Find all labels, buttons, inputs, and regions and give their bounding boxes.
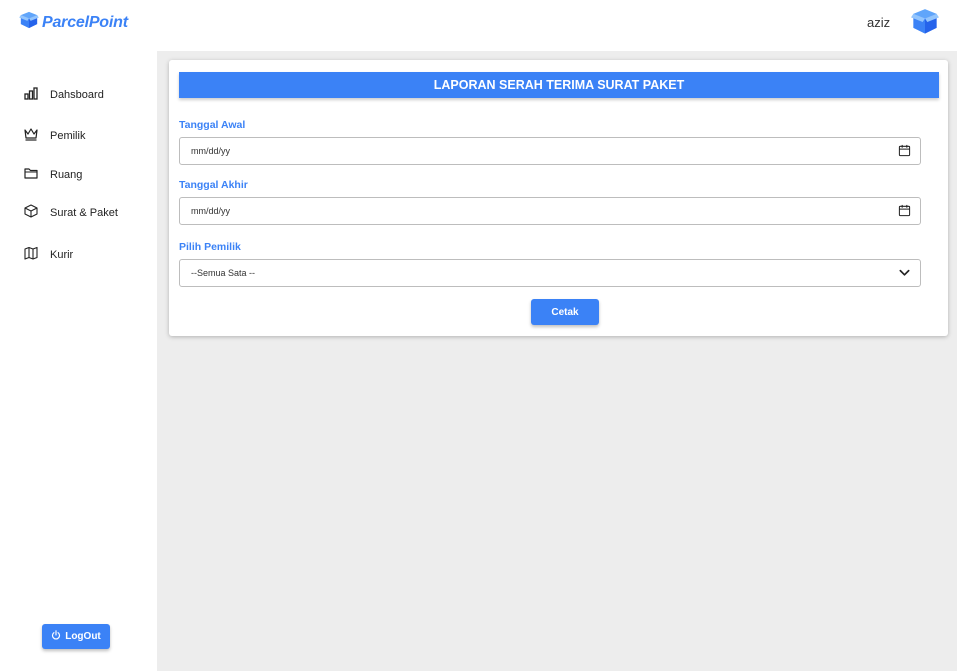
end-date-placeholder: mm/dd/yy [191, 206, 231, 216]
print-button[interactable]: Cetak [531, 299, 599, 325]
avatar[interactable] [911, 8, 939, 36]
brand[interactable]: ParcelPoint [19, 11, 128, 34]
box-icon [19, 11, 39, 34]
logout-label: LogOut [65, 631, 101, 642]
sidebar-item-pemilik[interactable]: Pemilik [24, 127, 85, 144]
power-icon [51, 630, 61, 643]
bar-chart-icon [24, 86, 38, 103]
owner-select-value: --Semua Sata -- [191, 268, 256, 278]
sidebar-item-label: Kurir [50, 248, 74, 261]
box-icon [911, 9, 939, 34]
username[interactable]: aziz [867, 15, 890, 30]
brand-name: ParcelPoint [42, 13, 128, 31]
owner-select[interactable]: --Semua Sata -- [179, 259, 921, 287]
main-content: LAPORAN SERAH TERIMA SURAT PAKET Tanggal… [157, 51, 957, 671]
sidebar-item-kurir[interactable]: Kurir [24, 246, 73, 263]
sidebar-item-surat-paket[interactable]: Surat & Paket [24, 204, 118, 221]
start-date-label: Tanggal Awal [179, 119, 246, 131]
page-title: LAPORAN SERAH TERIMA SURAT PAKET [179, 72, 939, 98]
top-bar: ParcelPoint aziz [0, 0, 957, 51]
start-date-placeholder: mm/dd/yy [191, 146, 231, 156]
sidebar-item-label: Pemilik [50, 129, 86, 142]
owner-select-label: Pilih Pemilik [179, 241, 241, 253]
folder-icon [24, 166, 38, 183]
calendar-icon[interactable] [898, 204, 911, 219]
report-card: LAPORAN SERAH TERIMA SURAT PAKET Tanggal… [169, 60, 948, 336]
chevron-down-icon[interactable] [898, 266, 911, 281]
sidebar-item-label: Dahsboard [50, 88, 104, 101]
package-icon [24, 204, 38, 221]
end-date-field[interactable]: mm/dd/yy [179, 197, 921, 225]
start-date-field[interactable]: mm/dd/yy [179, 137, 921, 165]
calendar-icon[interactable] [898, 144, 911, 159]
map-icon [24, 246, 38, 263]
crown-icon [24, 127, 38, 144]
end-date-label: Tanggal Akhir [179, 179, 248, 191]
logout-button[interactable]: LogOut [42, 624, 110, 649]
sidebar-item-ruang[interactable]: Ruang [24, 166, 82, 183]
sidebar-item-label: Surat & Paket [50, 206, 118, 219]
sidebar-item-dashboard[interactable]: Dahsboard [24, 86, 104, 103]
sidebar-item-label: Ruang [50, 168, 83, 181]
sidebar: Dahsboard Pemilik Ruang Surat & Paket Ku… [0, 51, 157, 671]
